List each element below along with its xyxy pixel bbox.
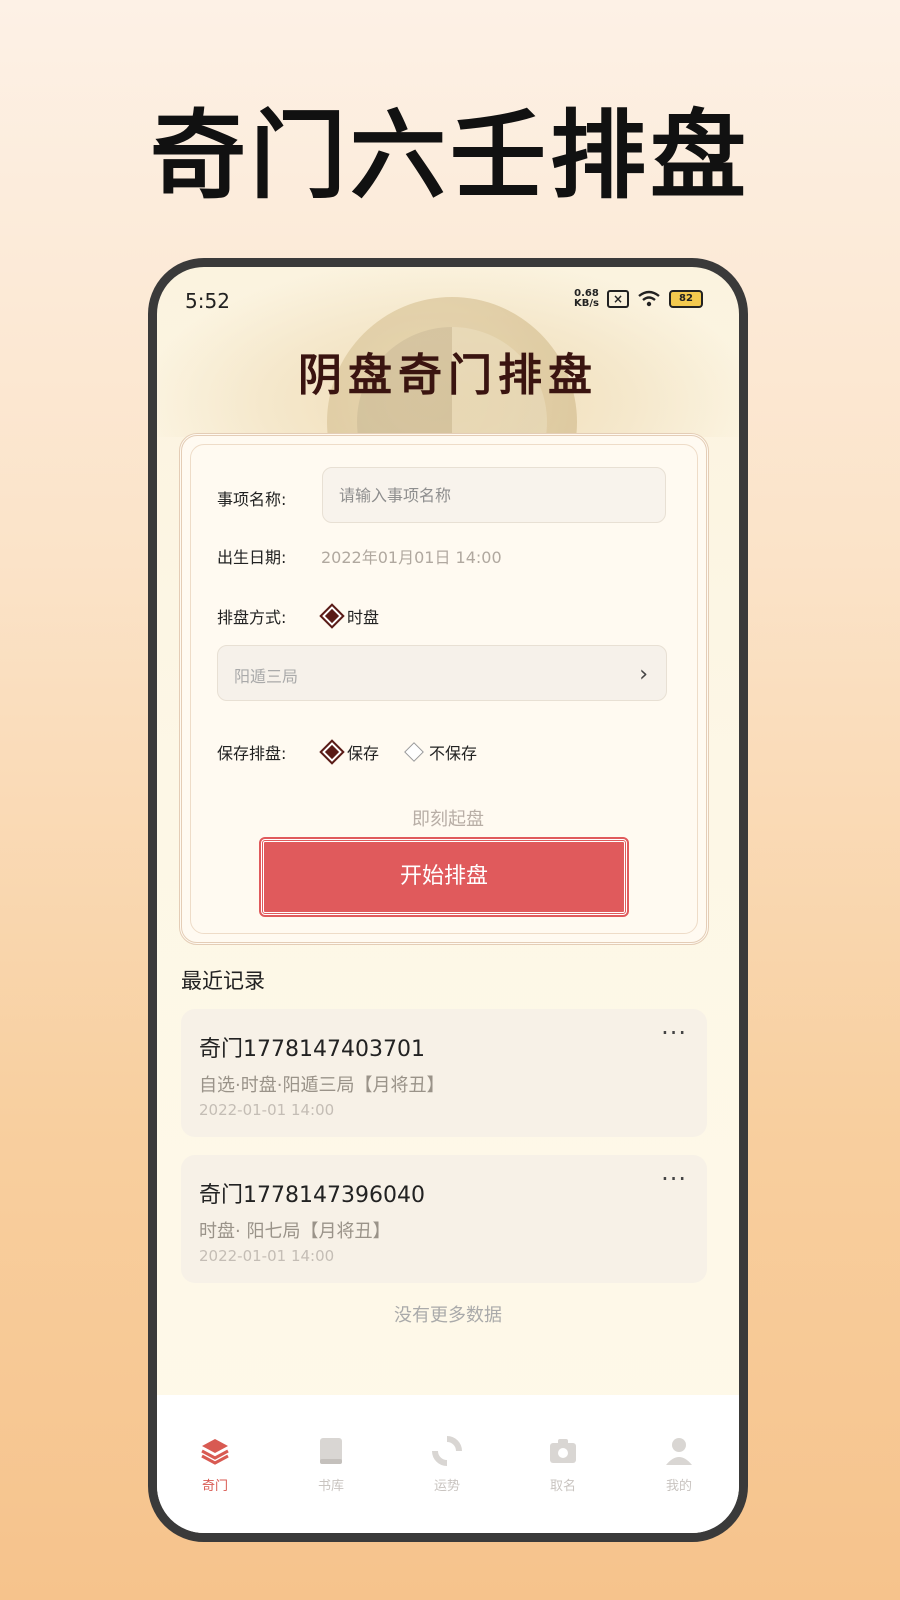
save-option-no[interactable]: 不保存 (404, 740, 478, 764)
bottom-tabbar: 奇门 书库 运势 取名 我的 (157, 1395, 739, 1533)
ju-select-value: 阳遁三局 (234, 667, 299, 686)
method-label: 排盘方式: (217, 608, 287, 627)
network-speed: 0.68 KB/s (574, 289, 599, 309)
save-label: 保存排盘: (217, 744, 287, 763)
more-icon[interactable]: ··· (661, 1165, 687, 1193)
camera-icon (550, 1439, 576, 1463)
radio-selected-icon (319, 739, 345, 765)
tab-naming[interactable]: 取名 (505, 1435, 621, 1494)
tab-label: 取名 (549, 1479, 576, 1494)
date-picker[interactable]: 2022年01月01日 14:00 (321, 544, 502, 568)
radio-selected-icon (319, 603, 345, 629)
date-label: 出生日期: (217, 548, 287, 567)
tab-qimen[interactable]: 奇门 (157, 1435, 273, 1494)
refresh-icon (432, 1436, 462, 1466)
wifi-icon (638, 290, 660, 307)
tab-fortune[interactable]: 运势 (389, 1435, 505, 1494)
record-time: 2022-01-01 14:00 (199, 1247, 335, 1265)
layers-icon (201, 1439, 229, 1465)
record-item[interactable]: 奇门1778147403701 自选·时盘·阳遁三局【月将丑】 2022-01-… (181, 1009, 707, 1137)
instant-start-link[interactable]: 即刻起盘 (157, 805, 739, 831)
status-icons: 0.68 KB/s × 82 (574, 289, 703, 309)
tab-library[interactable]: 书库 (273, 1435, 389, 1494)
no-sim-icon: × (607, 290, 629, 308)
save-option-yes[interactable]: 保存 (319, 739, 380, 765)
network-speed-unit: KB/s (574, 298, 599, 309)
status-time: 5:52 (185, 289, 230, 313)
name-label: 事项名称: (217, 490, 287, 509)
start-button[interactable]: 开始排盘 (259, 837, 629, 917)
battery-icon: 82 (669, 290, 703, 308)
record-desc: 自选·时盘·阳遁三局【月将丑】 (199, 1075, 445, 1096)
record-title: 奇门1778147396040 (199, 1183, 425, 1208)
name-input[interactable] (322, 467, 666, 523)
phone-frame: 5:52 0.68 KB/s × 82 阴盘奇门排盘 事项名称: 出生日期: 2… (148, 258, 748, 1542)
method-option-shipan[interactable]: 时盘 (319, 603, 380, 629)
ju-select[interactable]: 阳遁三局 › (217, 645, 667, 701)
record-desc: 时盘· 阳七局【月将丑】 (199, 1221, 391, 1242)
tab-label: 奇门 (201, 1479, 228, 1494)
record-item[interactable]: 奇门1778147396040 时盘· 阳七局【月将丑】 2022-01-01 … (181, 1155, 707, 1283)
radio-unselected-icon (404, 742, 424, 762)
book-icon (320, 1438, 342, 1464)
tab-label: 运势 (433, 1479, 460, 1494)
tab-label: 我的 (665, 1479, 692, 1494)
tab-label: 书库 (317, 1479, 344, 1494)
record-time: 2022-01-01 14:00 (199, 1101, 335, 1119)
more-icon[interactable]: ··· (661, 1019, 687, 1047)
method-option-label: 时盘 (347, 608, 380, 627)
status-bar: 5:52 0.68 KB/s × 82 (157, 267, 739, 327)
tab-mine[interactable]: 我的 (621, 1435, 737, 1494)
app-title: 阴盘奇门排盘 (298, 350, 598, 401)
save-option-no-label: 不保存 (429, 744, 478, 763)
recent-records-title: 最近记录 (181, 969, 265, 993)
no-more-data: 没有更多数据 (394, 1305, 502, 1326)
person-icon (666, 1438, 692, 1465)
record-title: 奇门1778147403701 (199, 1037, 425, 1062)
chevron-right-icon: › (639, 662, 648, 687)
promo-title: 奇门六壬排盘 (150, 100, 750, 212)
save-option-yes-label: 保存 (347, 744, 380, 763)
